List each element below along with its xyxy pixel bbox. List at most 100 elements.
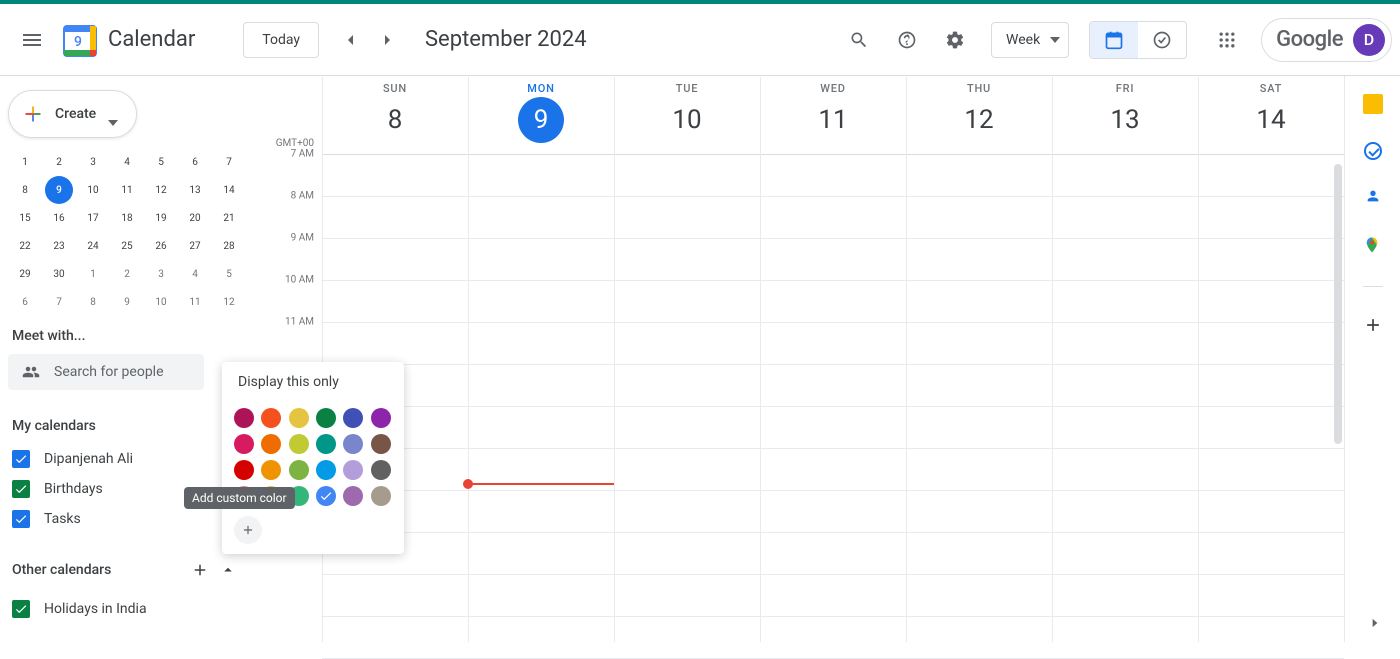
hour-row[interactable] [322,197,1344,239]
mini-calendar-day[interactable]: 21 [215,204,243,232]
mini-calendar-day[interactable]: 19 [147,204,175,232]
mini-calendar-day[interactable]: 7 [45,288,73,316]
mini-calendar-day[interactable]: 14 [215,176,243,204]
today-button[interactable]: Today [243,22,319,58]
day-header[interactable]: TUE10 [614,76,760,154]
account-chip[interactable]: Google D [1261,18,1392,62]
day-number[interactable]: 13 [1102,97,1148,143]
collapse-other-calendars-button[interactable] [214,556,242,584]
color-option[interactable] [371,486,391,506]
add-custom-color-button[interactable] [234,516,262,544]
other-calendars-label[interactable]: Other calendars [12,562,186,578]
mini-calendar-day[interactable]: 1 [79,260,107,288]
hour-row[interactable] [322,155,1344,197]
calendar-checkbox[interactable] [12,450,30,468]
settings-button[interactable] [935,20,975,60]
mini-calendar-day[interactable]: 7 [215,148,243,176]
hide-side-panel-button[interactable] [1368,615,1382,634]
day-number[interactable]: 10 [664,97,710,143]
mini-calendar-day[interactable]: 2 [45,148,73,176]
calendar-list-item[interactable]: Holidays in India [8,594,242,624]
color-option[interactable] [234,434,254,454]
google-apps-button[interactable] [1207,20,1247,60]
mini-calendar-day[interactable]: 5 [215,260,243,288]
day-number[interactable]: 14 [1248,97,1294,143]
mini-calendar-day[interactable]: 3 [147,260,175,288]
current-date-range[interactable]: September 2024 [425,27,587,52]
color-option[interactable] [371,460,391,480]
color-option[interactable] [316,486,336,506]
tasks-app-icon[interactable] [1364,142,1382,160]
mini-calendar-day[interactable]: 10 [79,176,107,204]
mini-calendar-day[interactable]: 10 [147,288,175,316]
mini-calendar-day[interactable]: 13 [181,176,209,204]
display-this-only-option[interactable]: Display this only [222,362,404,402]
color-option[interactable] [289,408,309,428]
mini-calendar-day[interactable]: 6 [11,288,39,316]
search-people-input[interactable]: Search for people [8,354,204,390]
day-header[interactable]: MON9 [468,76,614,154]
mini-calendar-day[interactable]: 23 [45,232,73,260]
mini-calendar-day[interactable]: 28 [215,232,243,260]
hour-row[interactable] [322,365,1344,407]
mini-calendar-day[interactable]: 18 [113,204,141,232]
mini-calendar-day[interactable]: 4 [113,148,141,176]
grid-scrollbar[interactable] [1332,154,1344,642]
mini-calendar-day[interactable]: 29 [11,260,39,288]
color-option[interactable] [343,434,363,454]
hour-row[interactable] [322,617,1344,659]
color-option[interactable] [316,434,336,454]
my-calendars-label[interactable]: My calendars [8,418,242,434]
mini-calendar-day[interactable]: 27 [181,232,209,260]
scrollbar-thumb[interactable] [1334,164,1342,444]
prev-period-button[interactable] [335,24,367,56]
mini-calendar-day[interactable]: 15 [11,204,39,232]
hour-row[interactable] [322,281,1344,323]
search-button[interactable] [839,20,879,60]
hour-row[interactable] [322,575,1344,617]
day-header[interactable]: THU12 [906,76,1052,154]
calendar-checkbox[interactable] [12,510,30,528]
mini-calendar-day[interactable]: 11 [113,176,141,204]
next-period-button[interactable] [371,24,403,56]
mini-calendar-day[interactable]: 9 [113,288,141,316]
mini-calendar-day[interactable]: 9 [45,176,73,204]
color-option[interactable] [234,408,254,428]
app-logo[interactable]: 9 Calendar [60,20,195,60]
color-option[interactable] [261,408,281,428]
mini-calendar-day[interactable]: 8 [79,288,107,316]
mini-calendar-day[interactable]: 2 [113,260,141,288]
color-option[interactable] [343,408,363,428]
mini-calendar-day[interactable]: 11 [181,288,209,316]
create-button[interactable]: Create [8,90,137,138]
color-option[interactable] [343,460,363,480]
mini-calendar-day[interactable]: 16 [45,204,73,232]
calendar-list-item[interactable]: Dipanjenah Ali [8,444,242,474]
day-header[interactable]: WED11 [760,76,906,154]
avatar[interactable]: D [1353,24,1385,56]
hour-row[interactable] [322,239,1344,281]
mini-calendar-day[interactable]: 1 [11,148,39,176]
support-button[interactable] [887,20,927,60]
color-option[interactable] [371,434,391,454]
day-number[interactable]: 12 [956,97,1002,143]
mini-calendar-day[interactable]: 6 [181,148,209,176]
mini-calendar-day[interactable]: 20 [181,204,209,232]
mini-calendar-day[interactable]: 17 [79,204,107,232]
color-option[interactable] [316,408,336,428]
hour-row[interactable] [322,533,1344,575]
mini-calendar-day[interactable]: 30 [45,260,73,288]
main-menu-button[interactable] [8,16,56,64]
color-option[interactable] [316,460,336,480]
hour-row[interactable] [322,491,1344,533]
mini-calendar-day[interactable]: 24 [79,232,107,260]
day-number[interactable]: 8 [372,97,418,143]
color-option[interactable] [289,460,309,480]
tasks-view-toggle[interactable] [1138,22,1186,58]
add-other-calendar-button[interactable] [186,556,214,584]
day-number[interactable]: 11 [810,97,856,143]
mini-calendar-day[interactable]: 26 [147,232,175,260]
mini-calendar-day[interactable]: 8 [11,176,39,204]
day-header[interactable]: SAT14 [1198,76,1344,154]
calendar-checkbox[interactable] [12,600,30,618]
